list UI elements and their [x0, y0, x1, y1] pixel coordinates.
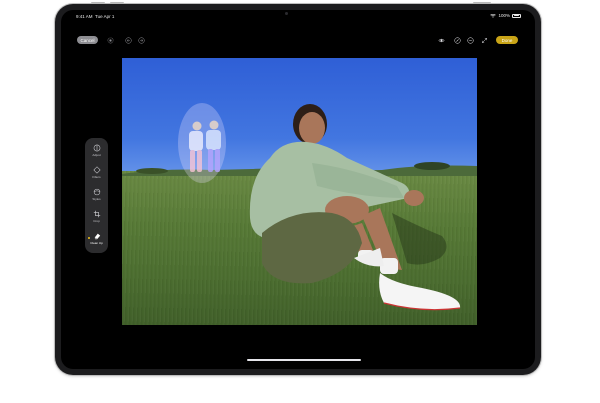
selected-indicator [88, 237, 90, 239]
cleanup-highlight-people [178, 103, 226, 183]
styles-icon [93, 188, 100, 196]
tool-clean-up[interactable]: Clean Up [85, 230, 108, 250]
edit-toolbar: Cancel Done [61, 34, 535, 46]
eye-icon[interactable] [437, 36, 445, 44]
battery-percent: 100% [498, 13, 510, 18]
tool-filters[interactable]: Filters [85, 164, 108, 184]
home-indicator[interactable] [247, 359, 361, 361]
photo-canvas[interactable] [122, 58, 477, 325]
edit-tools-panel: Adjust Filters Styles Crop Clean Up [85, 138, 108, 253]
status-date: Tue Apr 1 [95, 14, 115, 19]
battery-icon [512, 13, 521, 18]
status-bar: 9:41 AM Tue Apr 1 100% [61, 10, 535, 24]
top-button-power [473, 2, 491, 4]
tree-cluster-left [136, 168, 168, 174]
done-button[interactable]: Done [496, 36, 518, 44]
more-icon[interactable] [466, 36, 474, 44]
wifi-icon [490, 13, 497, 18]
tree-cluster-right [414, 162, 450, 170]
status-right: 100% [490, 13, 521, 18]
expand-icon[interactable] [480, 36, 488, 44]
screen: 9:41 AM Tue Apr 1 100% Cancel Done Adjus… [61, 10, 535, 369]
live-photo-icon[interactable] [106, 36, 114, 44]
main-subject [249, 104, 461, 311]
tool-styles[interactable]: Styles [85, 186, 108, 206]
status-time: 9:41 AM [76, 14, 93, 19]
adjust-icon [93, 144, 100, 152]
tool-label: Styles [92, 197, 101, 201]
photo-scene [122, 103, 477, 311]
tool-label: Crop [93, 219, 100, 223]
crop-icon [93, 210, 100, 218]
undo-icon[interactable] [124, 36, 132, 44]
redo-icon[interactable] [137, 36, 145, 44]
tool-label: Adjust [92, 153, 101, 157]
tool-adjust[interactable]: Adjust [85, 142, 108, 162]
top-button-left [91, 2, 105, 4]
top-button-right [110, 2, 124, 4]
cancel-button[interactable]: Cancel [77, 36, 98, 44]
ipad-frame: 9:41 AM Tue Apr 1 100% Cancel Done Adjus… [55, 2, 541, 375]
eraser-icon [93, 233, 100, 240]
tool-label: Clean Up [90, 241, 103, 245]
markup-icon[interactable] [453, 36, 461, 44]
tool-label: Filters [92, 175, 101, 179]
filters-icon [92, 166, 101, 174]
tool-crop[interactable]: Crop [85, 208, 108, 228]
